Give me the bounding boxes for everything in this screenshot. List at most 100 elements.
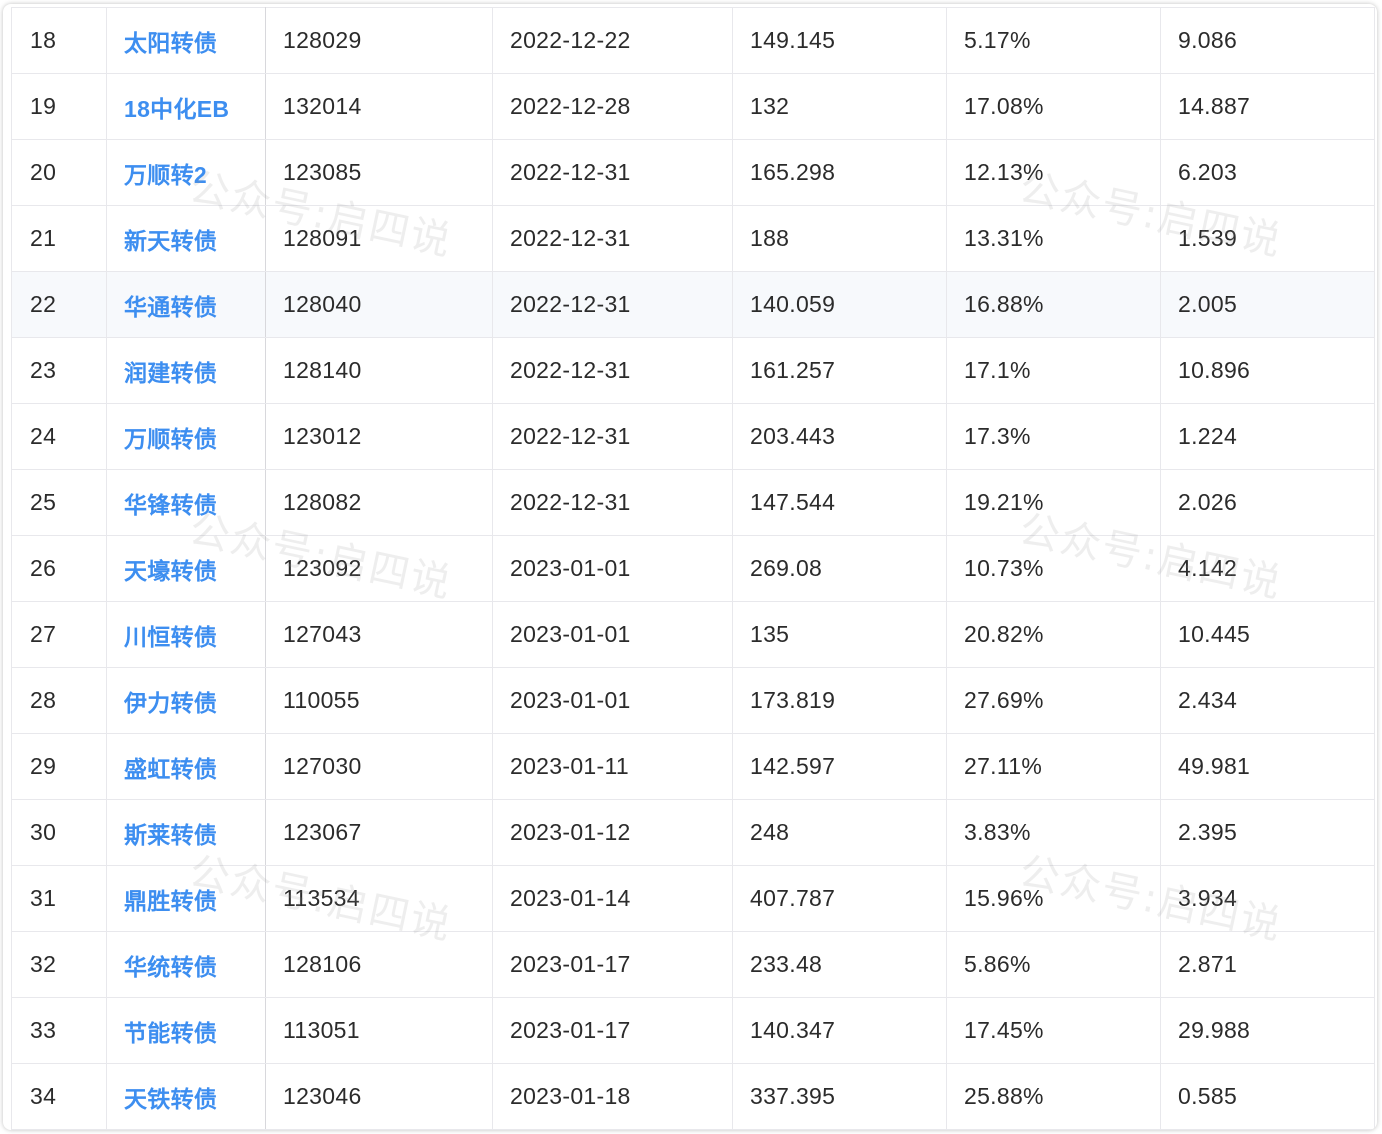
bond-name-link[interactable]: 华统转债 xyxy=(106,931,266,998)
rate-cell: 20.82% xyxy=(946,601,1161,668)
row-index-cell: 26 xyxy=(11,535,107,602)
table-row: 30 斯莱转债 123067 2023-01-12 248 3.83% 2.395 xyxy=(11,799,1375,866)
bond-code-cell: 132014 xyxy=(265,73,493,140)
rate-cell: 27.11% xyxy=(946,733,1161,800)
rate-cell: 3.83% xyxy=(946,799,1161,866)
date-cell: 2022-12-31 xyxy=(492,469,733,536)
price-cell: 135 xyxy=(732,601,947,668)
ratio-cell: 49.981 xyxy=(1160,733,1375,800)
table-row: 26 天壕转债 123092 2023-01-01 269.08 10.73% 4.142 xyxy=(11,535,1375,602)
bond-name-link[interactable]: 新天转债 xyxy=(106,205,266,272)
table-row: 24 万顺转债 123012 2022-12-31 203.443 17.3% 1.224 xyxy=(11,403,1375,470)
date-cell: 2023-01-11 xyxy=(492,733,733,800)
row-index-cell: 27 xyxy=(11,601,107,668)
table-row: 27 川恒转债 127043 2023-01-01 135 20.82% 10.445 xyxy=(11,601,1375,668)
rate-cell: 25.88% xyxy=(946,1063,1161,1130)
row-index-cell: 21 xyxy=(11,205,107,272)
table-row: 29 盛虹转债 127030 2023-01-11 142.597 27.11% 49.98… xyxy=(11,733,1375,800)
row-index-cell: 19 xyxy=(11,73,107,140)
bond-code-cell: 128091 xyxy=(265,205,493,272)
price-cell: 269.08 xyxy=(732,535,947,602)
row-index-cell: 28 xyxy=(11,667,107,734)
ratio-cell: 3.934 xyxy=(1160,865,1375,932)
bond-name-link[interactable]: 鼎胜转债 xyxy=(106,865,266,932)
rate-cell: 27.69% xyxy=(946,667,1161,734)
bond-name-link[interactable]: 18中化EB xyxy=(106,73,266,140)
date-cell: 2022-12-22 xyxy=(492,7,733,74)
rate-cell: 15.96% xyxy=(946,865,1161,932)
row-index-cell: 32 xyxy=(11,931,107,998)
date-cell: 2023-01-01 xyxy=(492,601,733,668)
bond-code-cell: 123046 xyxy=(265,1063,493,1130)
date-cell: 2022-12-31 xyxy=(492,139,733,206)
price-cell: 147.544 xyxy=(732,469,947,536)
bond-code-cell: 128029 xyxy=(265,7,493,74)
table-body: 18 太阳转债 128029 2022-12-22 149.145 5.17% 9.086 1… xyxy=(11,7,1375,1130)
price-cell: 173.819 xyxy=(732,667,947,734)
table-row: 34 天铁转债 123046 2023-01-18 337.395 25.88% 0.585 xyxy=(11,1063,1375,1130)
bond-name-link[interactable]: 润建转债 xyxy=(106,337,266,404)
row-index-cell: 33 xyxy=(11,997,107,1064)
bond-code-cell: 123012 xyxy=(265,403,493,470)
price-cell: 203.443 xyxy=(732,403,947,470)
date-cell: 2022-12-28 xyxy=(492,73,733,140)
table-row: 22 华通转债 128040 2022-12-31 140.059 16.88% 2.005 xyxy=(11,271,1375,338)
rate-cell: 16.88% xyxy=(946,271,1161,338)
date-cell: 2022-12-31 xyxy=(492,403,733,470)
bond-name-link[interactable]: 华通转债 xyxy=(106,271,266,338)
date-cell: 2023-01-14 xyxy=(492,865,733,932)
ratio-cell: 0.585 xyxy=(1160,1063,1375,1130)
bond-name-link[interactable]: 节能转债 xyxy=(106,997,266,1064)
bond-name-link[interactable]: 天铁转债 xyxy=(106,1063,266,1130)
rate-cell: 17.3% xyxy=(946,403,1161,470)
price-cell: 188 xyxy=(732,205,947,272)
bond-name-link[interactable]: 太阳转债 xyxy=(106,7,266,74)
price-cell: 140.059 xyxy=(732,271,947,338)
bond-name-link[interactable]: 盛虹转债 xyxy=(106,733,266,800)
price-cell: 132 xyxy=(732,73,947,140)
price-cell: 165.298 xyxy=(732,139,947,206)
rate-cell: 19.21% xyxy=(946,469,1161,536)
price-cell: 337.395 xyxy=(732,1063,947,1130)
bond-name-link[interactable]: 川恒转债 xyxy=(106,601,266,668)
rate-cell: 5.17% xyxy=(946,7,1161,74)
ratio-cell: 2.026 xyxy=(1160,469,1375,536)
date-cell: 2023-01-01 xyxy=(492,667,733,734)
ratio-cell: 29.988 xyxy=(1160,997,1375,1064)
rate-cell: 17.45% xyxy=(946,997,1161,1064)
bond-name-link[interactable]: 斯莱转债 xyxy=(106,799,266,866)
bond-code-cell: 128040 xyxy=(265,271,493,338)
row-index-cell: 20 xyxy=(11,139,107,206)
row-index-cell: 25 xyxy=(11,469,107,536)
table-row: 23 润建转债 128140 2022-12-31 161.257 17.1% 10.896 xyxy=(11,337,1375,404)
ratio-cell: 2.395 xyxy=(1160,799,1375,866)
rate-cell: 12.13% xyxy=(946,139,1161,206)
bond-code-cell: 127030 xyxy=(265,733,493,800)
table-row: 20 万顺转2 123085 2022-12-31 165.298 12.13% 6.203 xyxy=(11,139,1375,206)
bond-name-link[interactable]: 万顺转2 xyxy=(106,139,266,206)
ratio-cell: 1.539 xyxy=(1160,205,1375,272)
ratio-cell: 14.887 xyxy=(1160,73,1375,140)
row-index-cell: 23 xyxy=(11,337,107,404)
table-row: 18 太阳转债 128029 2022-12-22 149.145 5.17% 9.086 xyxy=(11,7,1375,74)
bond-name-link[interactable]: 华锋转债 xyxy=(106,469,266,536)
ratio-cell: 10.445 xyxy=(1160,601,1375,668)
rate-cell: 17.1% xyxy=(946,337,1161,404)
bond-code-cell: 128140 xyxy=(265,337,493,404)
date-cell: 2022-12-31 xyxy=(492,271,733,338)
ratio-cell: 2.005 xyxy=(1160,271,1375,338)
table-row: 21 新天转债 128091 2022-12-31 188 13.31% 1.539 xyxy=(11,205,1375,272)
bond-code-cell: 113051 xyxy=(265,997,493,1064)
row-index-cell: 29 xyxy=(11,733,107,800)
rate-cell: 10.73% xyxy=(946,535,1161,602)
date-cell: 2022-12-31 xyxy=(492,337,733,404)
date-cell: 2023-01-12 xyxy=(492,799,733,866)
ratio-cell: 6.203 xyxy=(1160,139,1375,206)
bond-code-cell: 127043 xyxy=(265,601,493,668)
rate-cell: 17.08% xyxy=(946,73,1161,140)
bond-name-link[interactable]: 天壕转债 xyxy=(106,535,266,602)
bond-name-link[interactable]: 万顺转债 xyxy=(106,403,266,470)
date-cell: 2022-12-31 xyxy=(492,205,733,272)
bond-code-cell: 123092 xyxy=(265,535,493,602)
bond-name-link[interactable]: 伊力转债 xyxy=(106,667,266,734)
